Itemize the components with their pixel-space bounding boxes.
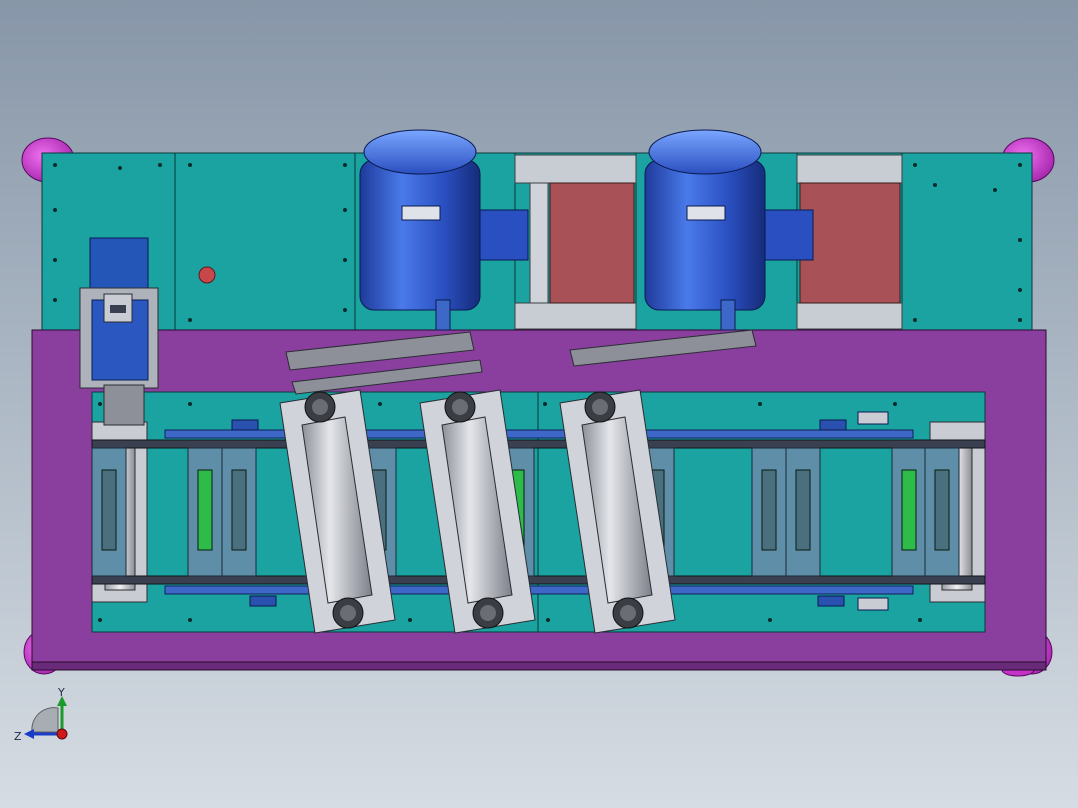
cad-viewport[interactable]: Y Z xyxy=(0,0,1078,808)
x-axis-dot xyxy=(56,728,68,740)
rail-top xyxy=(164,429,914,439)
conveyor-slat xyxy=(91,447,127,577)
conveyor-slat xyxy=(221,447,257,577)
window-red-left xyxy=(514,154,637,330)
conveyor-slat xyxy=(924,447,960,577)
conveyor-slat xyxy=(785,447,821,577)
y-axis-label: Y xyxy=(57,686,65,699)
machine-assembly-model[interactable] xyxy=(0,0,1078,808)
cylinder-group xyxy=(279,389,676,634)
view-orientation-triad-icon[interactable]: Y Z xyxy=(10,686,80,756)
chain-top xyxy=(91,439,986,449)
chain-bottom xyxy=(91,575,986,585)
conveyor-slat xyxy=(751,447,787,577)
z-axis-label: Z xyxy=(14,730,22,743)
conveyor-slat xyxy=(187,447,223,577)
conveyor-slat xyxy=(891,447,927,577)
rail-bottom xyxy=(164,585,914,595)
